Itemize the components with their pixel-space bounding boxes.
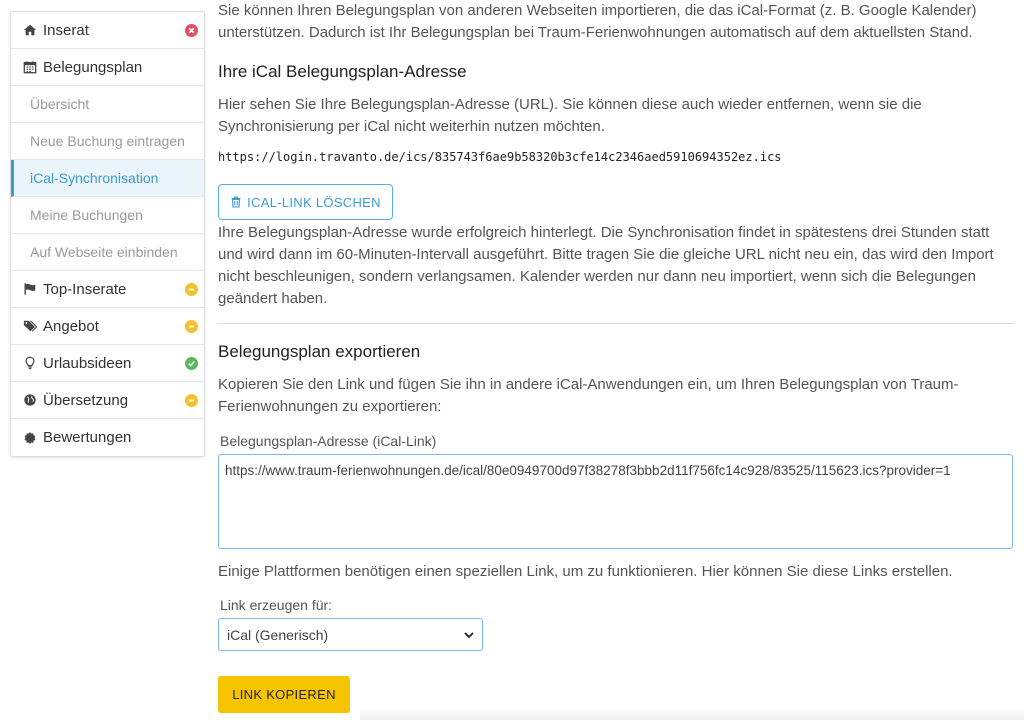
sidebar-item-ical-synchronisation[interactable]: iCal-Synchronisation — [11, 160, 204, 197]
sidebar-item-label: Angebot — [43, 317, 99, 335]
sidebar-item-label: Übersicht — [30, 96, 90, 112]
sidebar-item-label: Neue Buchung eintragen — [30, 133, 185, 149]
link-platform-select[interactable]: iCal (Generisch) — [218, 618, 483, 651]
ical-link-textarea[interactable]: https://www.traum-ferienwohnungen.de/ica… — [218, 454, 1013, 549]
export-description: Kopieren Sie den Link und fügen Sie ihn … — [218, 376, 959, 415]
globe-icon — [22, 392, 38, 408]
import-intro-text: Sie können Ihren Belegungsplan von ander… — [218, 2, 977, 41]
copy-link-button[interactable]: LINK KOPIEREN — [218, 676, 350, 713]
sidebar-item-label: Meine Buchungen — [30, 207, 143, 223]
sidebar-item-angebot[interactable]: Angebot — [11, 308, 204, 345]
ical-import-url: https://login.travanto.de/ics/835743f6ae… — [218, 150, 782, 164]
certificate-icon — [22, 430, 38, 446]
sidebar-item-belegungsplan[interactable]: Belegungsplan — [11, 49, 204, 86]
sidebar-item-label: iCal-Synchronisation — [30, 170, 159, 186]
ical-address-description: Hier sehen Sie Ihre Belegungsplan-Adress… — [218, 96, 922, 135]
trash-icon — [231, 196, 241, 208]
link-platform-selected: iCal (Generisch) — [227, 626, 329, 643]
sidebar-item-neue-buchung[interactable]: Neue Buchung eintragen — [11, 123, 204, 160]
flag-icon — [22, 281, 38, 297]
section-divider — [218, 323, 1013, 324]
chevron-down-icon — [464, 632, 474, 639]
sidebar-item-bewertungen[interactable]: Bewertungen — [11, 419, 204, 456]
calendar-icon — [22, 59, 38, 75]
warning-status-icon — [185, 320, 198, 333]
sidebar-item-label: Auf Webseite einbinden — [30, 244, 178, 260]
sidebar-item-label: Bewertungen — [43, 429, 132, 446]
lightbulb-icon — [22, 355, 38, 371]
sidebar-item-webseite-einbinden[interactable]: Auf Webseite einbinden — [11, 234, 204, 271]
copy-link-label: LINK KOPIEREN — [232, 687, 336, 702]
platform-link-text: Einige Plattformen benötigen einen spezi… — [218, 563, 953, 580]
warning-status-icon — [185, 394, 198, 407]
tags-icon — [22, 318, 38, 334]
ical-link-label: Belegungsplan-Adresse (iCal-Link) — [220, 433, 437, 449]
sidebar-item-label: Urlaubsideen — [43, 354, 132, 372]
bottom-shadow — [360, 708, 1024, 720]
sidebar-item-uebersicht[interactable]: Übersicht — [11, 86, 204, 123]
delete-ical-link-button[interactable]: ICAL-LINK LÖSCHEN — [218, 184, 393, 220]
ical-address-heading: Ihre iCal Belegungsplan-Adresse — [218, 62, 467, 81]
sidebar-item-top-inserate[interactable]: Top-Inserate — [11, 271, 204, 308]
export-heading: Belegungsplan exportieren — [218, 342, 421, 361]
error-status-icon — [185, 24, 198, 37]
sidebar-item-label: Übersetzung — [43, 391, 129, 409]
sidebar-item-label: Top-Inserate — [43, 280, 127, 298]
sidebar-item-label: Inserat — [43, 21, 89, 39]
warning-status-icon — [185, 283, 198, 296]
delete-ical-link-label: ICAL-LINK LÖSCHEN — [247, 194, 381, 210]
sidebar-item-label: Belegungsplan — [43, 58, 143, 76]
home-icon — [22, 22, 38, 38]
sidebar-nav: Inserat Belegungsplan Übersicht Neue Buc… — [10, 11, 205, 457]
sync-success-text: Ihre Belegungsplan-Adresse wurde erfolgr… — [218, 224, 994, 307]
sidebar-item-meine-buchungen[interactable]: Meine Buchungen — [11, 197, 204, 234]
ok-status-icon — [185, 357, 198, 370]
sidebar-item-uebersetzung[interactable]: Übersetzung — [11, 382, 204, 419]
sidebar-item-inserat[interactable]: Inserat — [11, 12, 204, 49]
sidebar-item-urlaubsideen[interactable]: Urlaubsideen — [11, 345, 204, 382]
link-for-label: Link erzeugen für: — [220, 597, 333, 613]
